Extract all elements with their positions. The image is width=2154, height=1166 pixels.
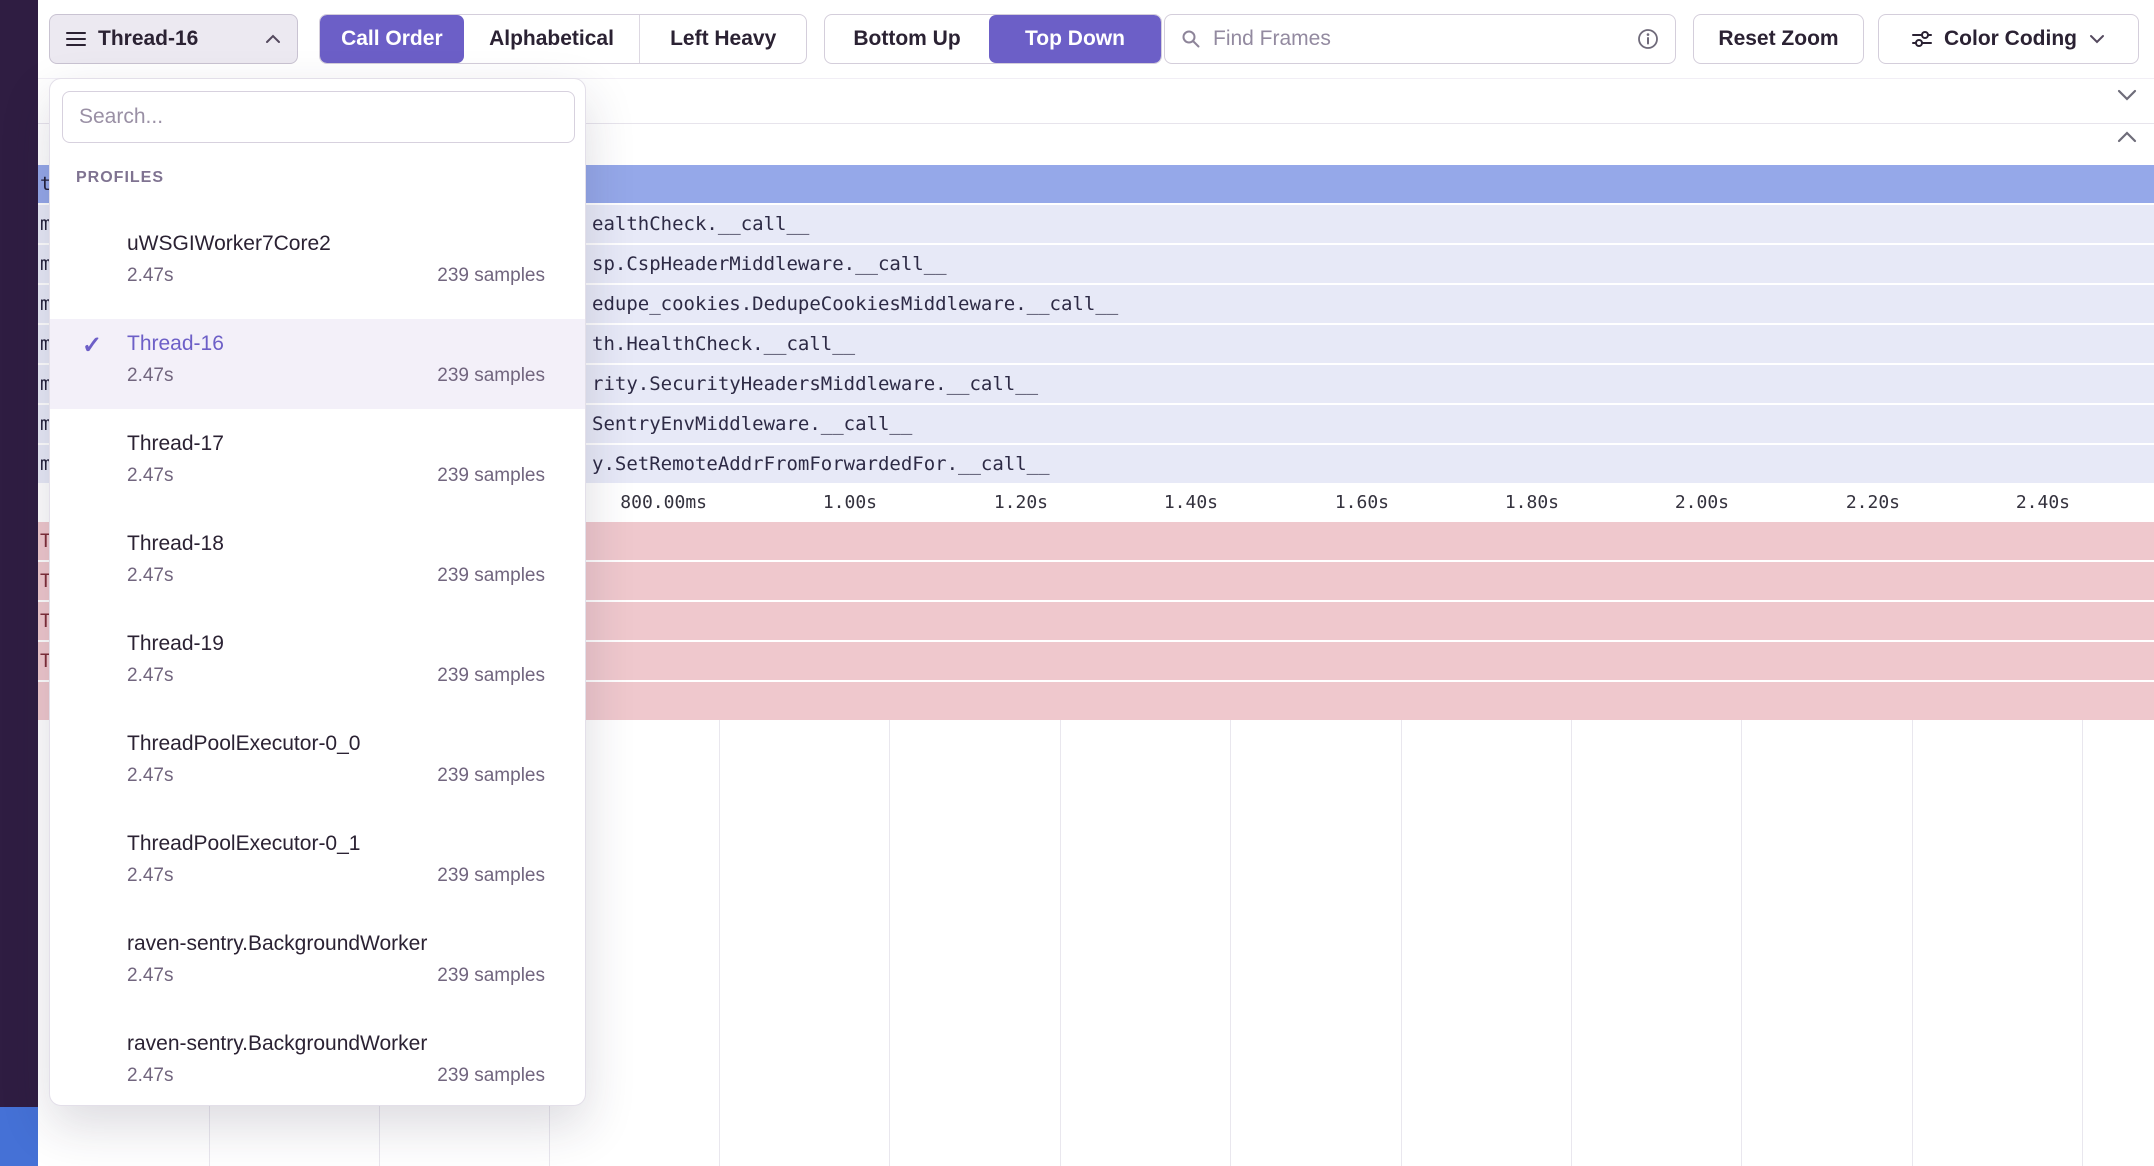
- profile-duration: 2.47s: [127, 565, 173, 587]
- sort-left-heavy-label: Left Heavy: [670, 27, 776, 51]
- frame-label: th.HealthCheck.__call__: [592, 325, 855, 363]
- profile-samples: 239 samples: [437, 465, 545, 487]
- sort-call-order-button[interactable]: Call Order: [320, 15, 464, 63]
- profiles-dropdown-panel: PROFILES uWSGIWorker7Core2 2.47s 239 sam…: [49, 78, 586, 1106]
- find-frames-search: [1164, 14, 1676, 64]
- time-tick: 1.80s: [1399, 484, 1559, 522]
- profile-samples: 239 samples: [437, 565, 545, 587]
- profile-item-thread-19[interactable]: Thread-19 2.47s 239 samples: [50, 619, 585, 709]
- chevron-up-icon: [265, 34, 281, 44]
- reset-zoom-label: Reset Zoom: [1718, 27, 1838, 51]
- gridline: [1060, 720, 1061, 1166]
- time-tick: 1.60s: [1229, 484, 1389, 522]
- profiling-flamechart-page: t m ealthCheck.__call__ m sp.CspHeaderMi…: [0, 0, 2154, 1166]
- profile-duration: 2.47s: [127, 965, 173, 987]
- color-coding-label: Color Coding: [1944, 27, 2077, 51]
- top-down-label: Top Down: [1025, 27, 1125, 51]
- gridline: [1401, 720, 1402, 1166]
- time-tick: 2.00s: [1569, 484, 1729, 522]
- gridline: [2082, 720, 2083, 1166]
- top-down-button[interactable]: Top Down: [989, 15, 1161, 63]
- gridline: [1741, 720, 1742, 1166]
- profile-item-raven-sentry-backgroundworker-2[interactable]: raven-sentry.BackgroundWorker 2.47s 239 …: [50, 1019, 585, 1106]
- chevron-down-icon[interactable]: [2116, 88, 2138, 102]
- checkmark-icon: ✓: [82, 331, 102, 360]
- sort-call-order-label: Call Order: [341, 27, 443, 51]
- profile-name: ThreadPoolExecutor-0_1: [127, 831, 545, 857]
- frame-label: y.SetRemoteAddrFromForwardedFor.__call__: [592, 445, 1050, 483]
- sliders-icon: [1912, 30, 1932, 48]
- search-icon: [1181, 29, 1201, 49]
- profiles-list: uWSGIWorker7Core2 2.47s 239 samples ✓ Th…: [50, 219, 585, 1106]
- profile-item-thread-18[interactable]: Thread-18 2.47s 239 samples: [50, 519, 585, 609]
- bottom-up-label: Bottom Up: [853, 27, 960, 51]
- time-tick: 2.40s: [1910, 484, 2070, 522]
- time-tick: 2.20s: [1740, 484, 1900, 522]
- profile-name: Thread-16: [127, 331, 545, 357]
- gridline: [1912, 720, 1913, 1166]
- profile-item-thread-17[interactable]: Thread-17 2.47s 239 samples: [50, 419, 585, 509]
- profile-item-threadpoolexecutor-0-0[interactable]: ThreadPoolExecutor-0_0 2.47s 239 samples: [50, 719, 585, 809]
- sort-alphabetical-label: Alphabetical: [489, 27, 614, 51]
- profile-duration: 2.47s: [127, 1065, 173, 1087]
- profile-samples: 239 samples: [437, 665, 545, 687]
- frame-label: ealthCheck.__call__: [592, 205, 809, 243]
- profile-name: Thread-19: [127, 631, 545, 657]
- profile-duration: 2.47s: [127, 765, 173, 787]
- thread-selector-button[interactable]: Thread-16: [49, 14, 298, 64]
- profile-samples: 239 samples: [437, 765, 545, 787]
- profiles-list-icon: [66, 31, 86, 47]
- gridline: [1571, 720, 1572, 1166]
- direction-segmented-control: Bottom Up Top Down: [824, 14, 1162, 64]
- profile-duration: 2.47s: [127, 265, 173, 287]
- profiles-search-input[interactable]: [62, 91, 575, 143]
- profile-duration: 2.47s: [127, 365, 173, 387]
- chevron-up-icon[interactable]: [2116, 130, 2138, 144]
- gridline: [719, 720, 720, 1166]
- reset-zoom-button[interactable]: Reset Zoom: [1693, 14, 1864, 64]
- profile-samples: 239 samples: [437, 965, 545, 987]
- time-tick: 1.40s: [1058, 484, 1218, 522]
- profile-samples: 239 samples: [437, 865, 545, 887]
- gridline: [889, 720, 890, 1166]
- frame-label: rity.SecurityHeadersMiddleware.__call__: [592, 365, 1038, 403]
- sort-left-heavy-button[interactable]: Left Heavy: [640, 15, 806, 63]
- profile-samples: 239 samples: [437, 265, 545, 287]
- profile-duration: 2.47s: [127, 665, 173, 687]
- profile-duration: 2.47s: [127, 465, 173, 487]
- profile-item-uwsgiworker7core2[interactable]: uWSGIWorker7Core2 2.47s 239 samples: [50, 219, 585, 309]
- thread-selector-label: Thread-16: [98, 27, 253, 51]
- sort-alphabetical-button[interactable]: Alphabetical: [464, 15, 640, 63]
- profile-name: raven-sentry.BackgroundWorker: [127, 931, 545, 957]
- app-sidebar: [0, 0, 38, 1166]
- sidebar-bottom-item[interactable]: [0, 1107, 38, 1166]
- profile-name: Thread-18: [127, 531, 545, 557]
- gridline: [1230, 720, 1231, 1166]
- find-frames-input[interactable]: [1211, 26, 1627, 52]
- profile-name: ThreadPoolExecutor-0_0: [127, 731, 545, 757]
- profile-item-raven-sentry-backgroundworker-1[interactable]: raven-sentry.BackgroundWorker 2.47s 239 …: [50, 919, 585, 1009]
- info-icon[interactable]: [1637, 28, 1659, 50]
- frame-label: sp.CspHeaderMiddleware.__call__: [592, 245, 947, 283]
- bottom-up-button[interactable]: Bottom Up: [825, 15, 989, 63]
- profile-item-threadpoolexecutor-0-1[interactable]: ThreadPoolExecutor-0_1 2.47s 239 samples: [50, 819, 585, 909]
- profile-name: raven-sentry.BackgroundWorker: [127, 1031, 545, 1057]
- profiles-section-label: PROFILES: [76, 169, 164, 187]
- profile-samples: 239 samples: [437, 365, 545, 387]
- time-tick: 1.00s: [717, 484, 877, 522]
- toolbar: Thread-16 Call Order Alphabetical Left H…: [0, 0, 2154, 79]
- color-coding-button[interactable]: Color Coding: [1878, 14, 2139, 64]
- frame-label: edupe_cookies.DedupeCookiesMiddleware.__…: [592, 285, 1118, 323]
- sort-mode-segmented-control: Call Order Alphabetical Left Heavy: [319, 14, 807, 64]
- profile-name: uWSGIWorker7Core2: [127, 231, 545, 257]
- chevron-down-icon: [2089, 34, 2105, 44]
- profile-item-thread-16[interactable]: ✓ Thread-16 2.47s 239 samples: [50, 319, 585, 409]
- profile-name: Thread-17: [127, 431, 545, 457]
- frame-label: SentryEnvMiddleware.__call__: [592, 405, 912, 443]
- profile-duration: 2.47s: [127, 865, 173, 887]
- profile-samples: 239 samples: [437, 1065, 545, 1087]
- time-tick: 1.20s: [888, 484, 1048, 522]
